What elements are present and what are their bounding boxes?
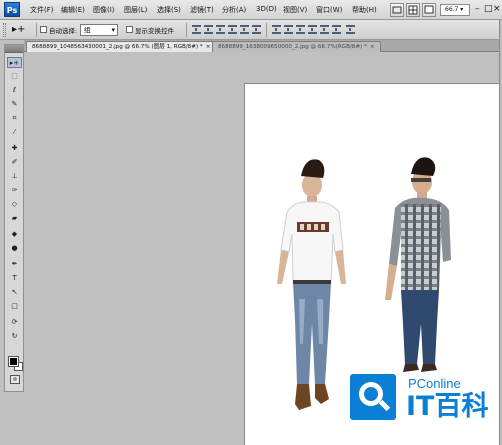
tab-document-2[interactable]: 8688899_1638009650000_2.jpg @ 66.7%(RGB/…: [212, 41, 381, 52]
tab-label: 8688899_1048563430001_2.jpg @ 66.7% (图层 …: [32, 44, 203, 50]
divider: [36, 23, 37, 37]
lasso-tool-icon[interactable]: ℓ: [7, 85, 22, 96]
menu-filter[interactable]: 滤镜(T): [190, 5, 214, 15]
distribute-hcenter-icon[interactable]: [320, 25, 329, 34]
divider: [266, 23, 267, 37]
align-bottom-icon[interactable]: [216, 25, 225, 34]
align-hcenter-icon[interactable]: [240, 25, 249, 34]
divider: [186, 23, 187, 37]
dodge-tool-icon[interactable]: ●: [7, 243, 22, 254]
photoshop-logo-icon[interactable]: Ps: [4, 2, 20, 17]
tools-panel-header[interactable]: [5, 45, 23, 53]
marquee-tool-icon[interactable]: ⬚: [7, 71, 22, 82]
menu-view[interactable]: 视图(V): [283, 5, 307, 15]
screen-mode-button[interactable]: [422, 3, 436, 17]
pconline-logo-icon: [350, 374, 396, 420]
quick-select-tool-icon[interactable]: ✎: [7, 99, 22, 110]
auto-select-label: 自动选择:: [49, 27, 78, 35]
history-brush-tool-icon[interactable]: ✑: [7, 185, 22, 196]
watermark-site: IT百科: [406, 391, 489, 422]
launch-bridge-button[interactable]: [390, 3, 404, 17]
distribute-vcenter-icon[interactable]: [284, 25, 293, 34]
move-tool-icon[interactable]: ▸+: [7, 57, 22, 68]
tools-panel: ▸+ ⬚ ℓ ✎ ⌗ ⁄ ✚ ✐ ⊥ ✑ ◇ ▰ ◆ ● ✒ T ↖ □ ⟳ ↻: [4, 44, 24, 392]
align-top-icon[interactable]: [192, 25, 201, 34]
view-extras-button[interactable]: [406, 3, 420, 17]
minimize-button[interactable]: –: [475, 4, 480, 14]
menu-3d[interactable]: 3D(D): [256, 5, 277, 13]
auto-align-icon[interactable]: [346, 25, 355, 34]
document-tab-bar: 8688899_1048563430001_2.jpg @ 66.7% (图层 …: [24, 40, 502, 52]
menu-layer[interactable]: 图层(L): [124, 5, 147, 15]
blur-tool-icon[interactable]: ◆: [7, 229, 22, 240]
3d-orbit-tool-icon[interactable]: ↻: [7, 331, 22, 342]
move-tool-preset-icon[interactable]: ▸+: [12, 23, 32, 37]
healing-brush-tool-icon[interactable]: ✚: [7, 143, 22, 154]
model-plaid-shirt: [385, 157, 451, 372]
menu-help[interactable]: 帮助(H): [352, 5, 377, 15]
magnifier-handle: [378, 399, 391, 412]
shape-tool-icon[interactable]: □: [7, 301, 22, 312]
align-vcenter-icon[interactable]: [204, 25, 213, 34]
pen-tool-icon[interactable]: ✒: [7, 259, 22, 270]
menu-edit[interactable]: 编辑(E): [61, 5, 85, 15]
path-select-tool-icon[interactable]: ↖: [7, 287, 22, 298]
align-left-icon[interactable]: [228, 25, 237, 34]
3d-rotate-tool-icon[interactable]: ⟳: [7, 317, 22, 328]
close-icon[interactable]: ×: [370, 44, 375, 50]
menu-image[interactable]: 图像(I): [93, 5, 115, 15]
menu-analysis[interactable]: 分析(A): [222, 5, 246, 15]
distribute-bottom-icon[interactable]: [296, 25, 305, 34]
screen-mode-icon: [424, 5, 434, 14]
chevron-down-icon: ▾: [460, 6, 464, 13]
align-right-icon[interactable]: [252, 25, 261, 34]
distribute-top-icon[interactable]: [272, 25, 281, 34]
options-grip[interactable]: [3, 23, 6, 37]
menu-window[interactable]: 窗口(W): [316, 5, 342, 15]
foreground-color-swatch[interactable]: [8, 356, 19, 367]
tab-document-1[interactable]: 8688899_1048563430001_2.jpg @ 66.7% (图层 …: [26, 41, 217, 52]
watermark-brand: PConline: [408, 376, 461, 391]
crop-tool-icon[interactable]: ⌗: [7, 113, 22, 124]
eyedropper-tool-icon[interactable]: ⁄: [7, 127, 22, 138]
gradient-tool-icon[interactable]: ▰: [7, 213, 22, 224]
auto-select-checkbox[interactable]: [40, 26, 47, 33]
zoom-value: 66.7: [445, 6, 459, 13]
distribute-left-icon[interactable]: [308, 25, 317, 34]
bridge-icon: [392, 6, 402, 14]
show-transform-label: 显示变换控件: [135, 27, 174, 35]
close-button[interactable]: ×: [493, 4, 501, 14]
brush-tool-icon[interactable]: ✐: [7, 157, 22, 168]
model-white-tshirt: [277, 159, 346, 410]
options-bar: ▸+ 自动选择: 组 显示变换控件: [0, 20, 502, 40]
maximize-button[interactable]: □: [484, 4, 493, 14]
zoom-level-field[interactable]: 66.7 ▾: [440, 4, 470, 16]
type-tool-icon[interactable]: T: [7, 273, 22, 284]
auto-select-dropdown[interactable]: 组: [80, 24, 118, 36]
menu-select[interactable]: 选择(S): [157, 5, 181, 15]
menu-bar: Ps 文件(F) 编辑(E) 图像(I) 图层(L) 选择(S) 滤镜(T) 分…: [0, 0, 502, 20]
quick-mask-button[interactable]: [10, 375, 20, 384]
show-transform-checkbox[interactable]: [126, 26, 133, 33]
tab-label: 8688899_1638009650000_2.jpg @ 66.7%(RGB/…: [218, 44, 367, 50]
eraser-tool-icon[interactable]: ◇: [7, 199, 22, 210]
auto-select-value: 组: [84, 26, 91, 34]
close-icon[interactable]: ×: [206, 44, 211, 50]
distribute-right-icon[interactable]: [332, 25, 341, 34]
clone-stamp-tool-icon[interactable]: ⊥: [7, 171, 22, 182]
grid-icon: [408, 5, 418, 15]
menu-file[interactable]: 文件(F): [30, 5, 54, 15]
